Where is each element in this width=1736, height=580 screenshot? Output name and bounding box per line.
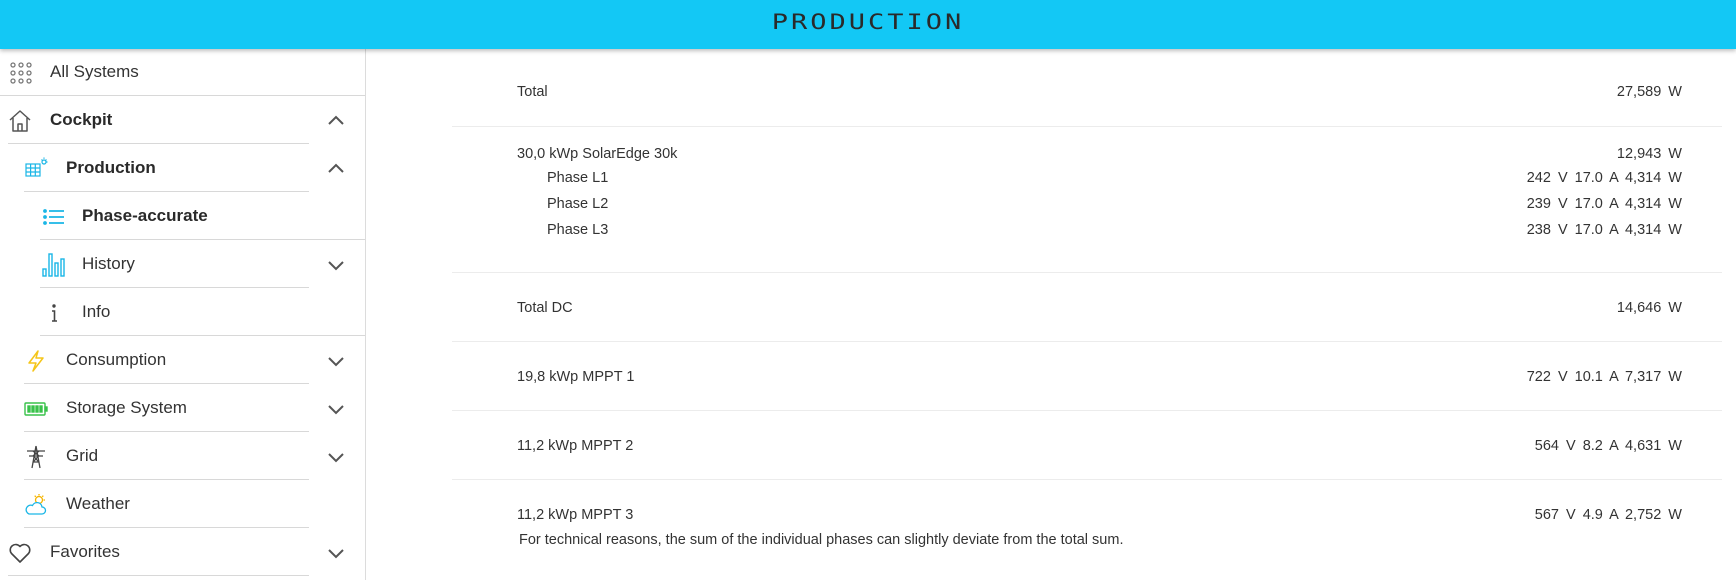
sidebar-item-label: Info bbox=[82, 302, 111, 321]
sidebar-item-favorites[interactable]: Favorites bbox=[8, 529, 344, 576]
power-tower-icon bbox=[24, 445, 48, 469]
chevron-up-icon[interactable] bbox=[326, 159, 346, 179]
sidebar-item-all-systems[interactable]: All Systems bbox=[0, 49, 365, 96]
mppt-row: 11,2 kWp MPPT 2 564 V 8.2 A 4,631 W bbox=[452, 411, 1722, 480]
total-label: Total bbox=[517, 84, 548, 100]
sidebar-item-storage-system[interactable]: Storage System bbox=[24, 385, 344, 432]
lightning-icon bbox=[24, 349, 48, 373]
mppt-value: 567 V 4.9 A 2,752 W bbox=[1534, 507, 1682, 523]
sidebar-item-label: Storage System bbox=[66, 398, 187, 417]
mppt-value: 722 V 10.1 A 7,317 W bbox=[1526, 369, 1682, 385]
chevron-up-icon[interactable] bbox=[326, 111, 346, 131]
phase-value: 239 V 17.0 A 4,314 W bbox=[1526, 196, 1682, 212]
home-icon bbox=[8, 109, 32, 133]
chevron-down-icon[interactable] bbox=[326, 351, 346, 371]
chevron-down-icon[interactable] bbox=[326, 399, 346, 419]
sidebar-item-phase-accurate[interactable]: Phase-accurate bbox=[40, 193, 365, 240]
phase-value: 242 V 17.0 A 4,314 W bbox=[1526, 170, 1682, 186]
total-value: 27,589 W bbox=[1616, 84, 1682, 100]
mppt-value: 564 V 8.2 A 4,631 W bbox=[1534, 438, 1682, 454]
sidebar-item-label: Favorites bbox=[50, 542, 120, 561]
sidebar: All Systems Cockpit Production Phase-acc… bbox=[0, 49, 366, 580]
inverter-block: 30,0 kWp SolarEdge 30k 12,943 W Phase L1… bbox=[452, 127, 1722, 273]
bar-chart-icon bbox=[42, 253, 66, 277]
cloud-sun-icon bbox=[24, 493, 48, 517]
chevron-down-icon[interactable] bbox=[326, 447, 346, 467]
inverter-label: 30,0 kWp SolarEdge 30k bbox=[517, 146, 678, 162]
page-title: PRODUCTION bbox=[771, 10, 965, 35]
sidebar-item-label: Consumption bbox=[66, 350, 167, 369]
chevron-down-icon[interactable] bbox=[326, 543, 346, 563]
sidebar-item-history[interactable]: History bbox=[40, 241, 344, 288]
app-header: PRODUCTION bbox=[0, 0, 1736, 49]
sidebar-item-production[interactable]: Production bbox=[24, 145, 344, 192]
sidebar-item-label: Weather bbox=[66, 494, 130, 513]
phase-label: Phase L2 bbox=[547, 196, 609, 212]
mppt-label: 19,8 kWp MPPT 1 bbox=[517, 369, 635, 385]
sidebar-item-label: Cockpit bbox=[50, 110, 113, 129]
solar-panel-icon bbox=[24, 157, 48, 181]
mppt-row: 19,8 kWp MPPT 1 722 V 10.1 A 7,317 W bbox=[452, 342, 1722, 411]
phase-value: 238 V 17.0 A 4,314 W bbox=[1526, 222, 1682, 238]
sidebar-item-label: All Systems bbox=[50, 62, 139, 81]
sidebar-item-label: Grid bbox=[66, 446, 99, 465]
phase-label: Phase L1 bbox=[547, 170, 609, 186]
battery-icon bbox=[24, 397, 48, 421]
total-dc-row: Total DC 14,646 W bbox=[452, 273, 1722, 342]
sidebar-item-label: Production bbox=[66, 158, 156, 177]
mppt-label: 11,2 kWp MPPT 3 bbox=[517, 507, 634, 523]
total-dc-label: Total DC bbox=[517, 300, 573, 316]
grid-icon bbox=[9, 61, 33, 85]
mppt-row: 11,2 kWp MPPT 3 567 V 4.9 A 2,752 W bbox=[452, 480, 1722, 580]
heart-icon bbox=[8, 541, 32, 565]
footnote: For technical reasons, the sum of the in… bbox=[519, 532, 1124, 548]
sidebar-item-grid[interactable]: Grid bbox=[24, 433, 344, 480]
list-icon bbox=[42, 205, 66, 229]
inverter-value: 12,943 W bbox=[1616, 146, 1682, 162]
phase-label: Phase L3 bbox=[547, 222, 609, 238]
sidebar-item-label: History bbox=[82, 254, 135, 273]
production-panel: Total 27,589 W 30,0 kWp SolarEdge 30k 12… bbox=[366, 49, 1736, 580]
sidebar-item-cockpit[interactable]: Cockpit bbox=[8, 97, 344, 144]
total-row: Total 27,589 W bbox=[452, 49, 1722, 127]
info-icon bbox=[42, 301, 66, 325]
chevron-down-icon[interactable] bbox=[326, 255, 346, 275]
total-dc-value: 14,646 W bbox=[1616, 300, 1682, 316]
sidebar-item-label: Phase-accurate bbox=[82, 206, 208, 225]
mppt-label: 11,2 kWp MPPT 2 bbox=[517, 438, 634, 454]
sidebar-item-info[interactable]: Info bbox=[40, 289, 365, 336]
sidebar-item-weather[interactable]: Weather bbox=[24, 481, 309, 528]
sidebar-item-consumption[interactable]: Consumption bbox=[24, 337, 344, 384]
